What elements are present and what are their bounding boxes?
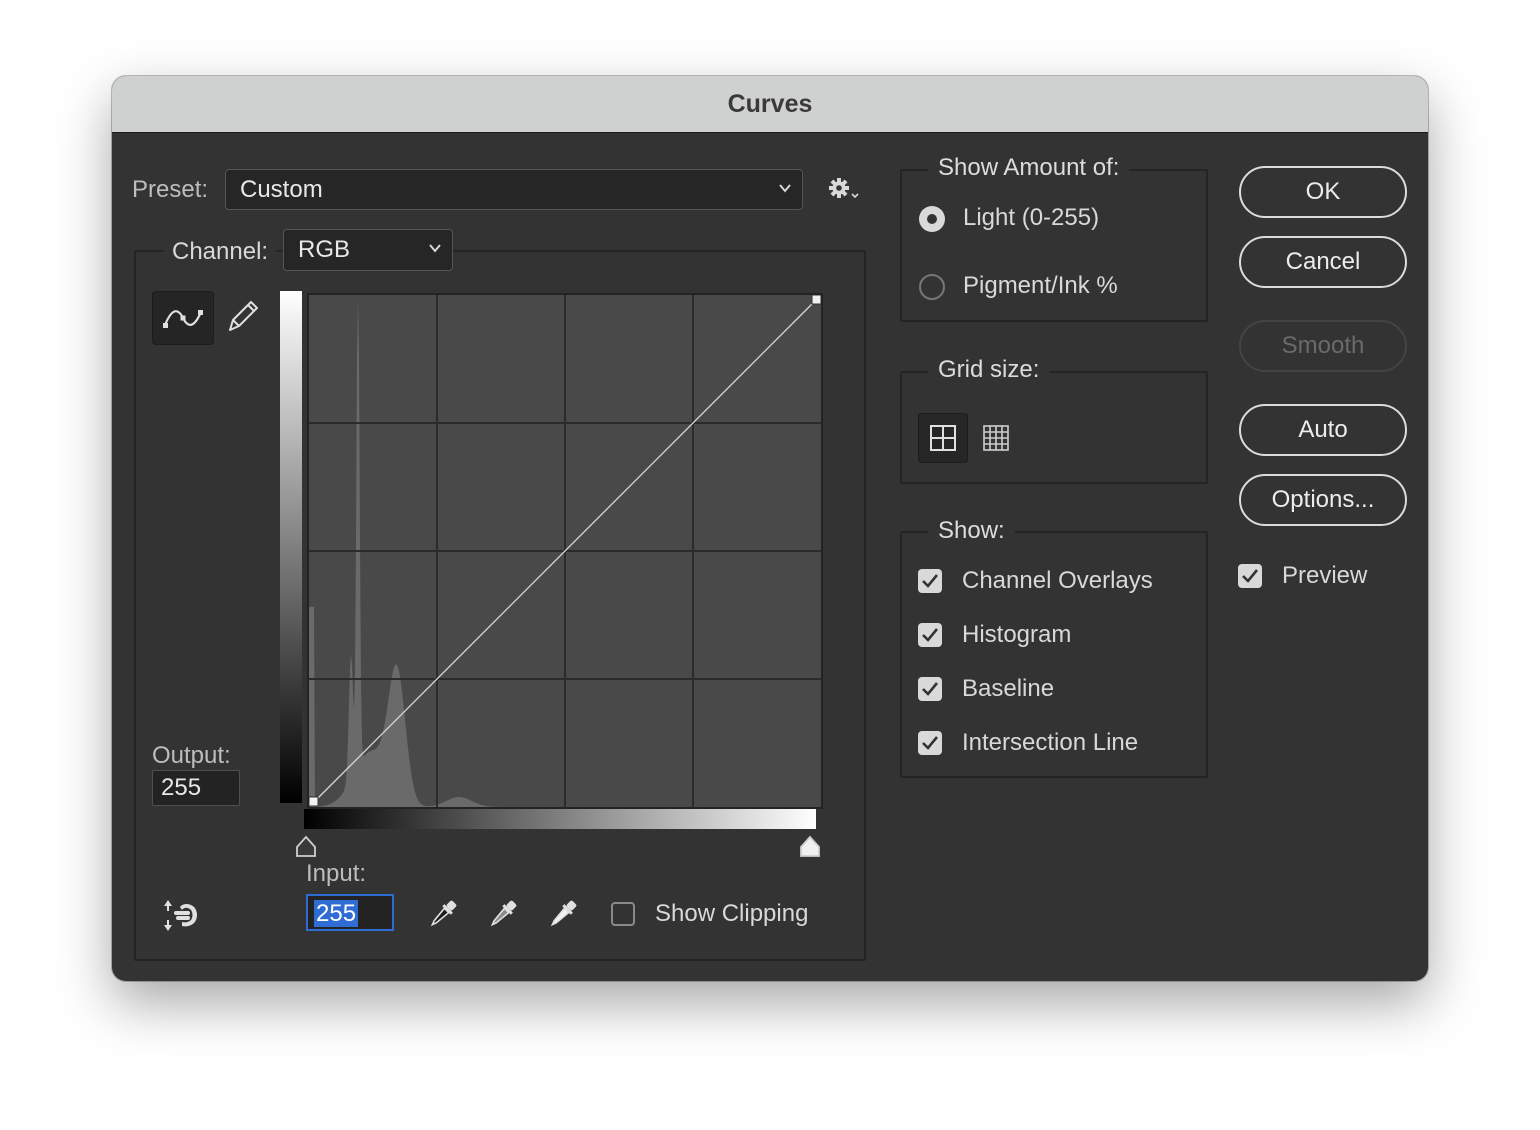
window-title: Curves [112, 76, 1428, 133]
black-point-eyedropper-icon[interactable] [425, 896, 461, 932]
preset-value: Custom [240, 176, 323, 203]
simple-grid-icon [930, 425, 956, 451]
output-label: Output: [152, 742, 231, 769]
checkmark-icon [922, 628, 939, 642]
intersection-line-label: Intersection Line [962, 729, 1139, 756]
checkmark-icon [1242, 569, 1259, 583]
ok-button[interactable]: OK [1239, 166, 1407, 218]
grid-size-title: Grid size: [928, 356, 1050, 384]
simple-grid-button[interactable] [918, 413, 968, 463]
curve-graph-svg [309, 295, 821, 807]
channel-label: Channel: [164, 238, 277, 266]
auto-button[interactable]: Auto [1239, 404, 1407, 456]
chevron-down-icon [779, 183, 791, 193]
baseline-label: Baseline [962, 675, 1055, 702]
intersection-line-checkbox[interactable] [918, 731, 942, 755]
checkmark-icon [922, 736, 939, 750]
output-field[interactable]: 255 [152, 770, 240, 806]
output-gradient-bar [280, 291, 302, 803]
curve-tool-button[interactable] [152, 291, 214, 345]
pencil-icon[interactable] [222, 298, 262, 338]
preview-checkbox[interactable] [1238, 564, 1262, 588]
preset-label: Preset: [132, 176, 209, 203]
detailed-grid-icon[interactable] [972, 414, 1020, 462]
chevron-down-icon [429, 244, 441, 253]
show-clipping-label: Show Clipping [655, 900, 809, 927]
cancel-button[interactable]: Cancel [1239, 236, 1407, 288]
show-clipping-checkbox[interactable] [611, 902, 635, 926]
gray-point-eyedropper-icon[interactable] [485, 896, 521, 932]
show-title: Show: [928, 517, 1015, 545]
light-radio[interactable] [919, 206, 945, 232]
input-gradient-bar [304, 809, 816, 829]
input-field-value: 255 [314, 900, 359, 927]
curve-tool-icon [163, 310, 203, 328]
histogram-label: Histogram [962, 621, 1072, 648]
black-point-slider[interactable] [294, 835, 318, 859]
baseline-checkbox[interactable] [918, 677, 942, 701]
show-amount-title: Show Amount of: [928, 154, 1130, 182]
curve-graph[interactable] [307, 293, 823, 809]
checkmark-icon [922, 574, 939, 588]
curves-dialog: Curves Preset: Custom Channel: RGB Outpu… [112, 76, 1428, 981]
channel-overlays-checkbox[interactable] [918, 569, 942, 593]
channel-select[interactable]: RGB [283, 229, 453, 271]
options-button[interactable]: Options... [1239, 474, 1407, 526]
pigment-radio-label: Pigment/Ink % [963, 272, 1118, 299]
channel-overlays-label: Channel Overlays [962, 567, 1153, 594]
channel-value: RGB [298, 236, 351, 263]
gear-icon[interactable] [828, 176, 862, 202]
curve-point-white[interactable] [811, 295, 821, 305]
preview-label: Preview [1282, 562, 1368, 589]
histogram-checkbox[interactable] [918, 623, 942, 647]
histogram [309, 299, 499, 807]
preset-select[interactable]: Custom [225, 169, 803, 210]
pigment-radio[interactable] [919, 274, 945, 300]
curve-point-black[interactable] [309, 796, 319, 807]
white-point-slider[interactable] [798, 835, 822, 859]
targeted-adjustment-tool-icon[interactable] [160, 898, 204, 934]
input-label: Input: [306, 860, 367, 887]
input-field[interactable]: 255 [306, 894, 394, 931]
histogram-shape [309, 299, 499, 807]
light-radio-label: Light (0-255) [963, 204, 1100, 231]
smooth-button[interactable]: Smooth [1239, 320, 1407, 372]
checkmark-icon [922, 682, 939, 696]
white-point-eyedropper-icon[interactable] [545, 896, 581, 932]
